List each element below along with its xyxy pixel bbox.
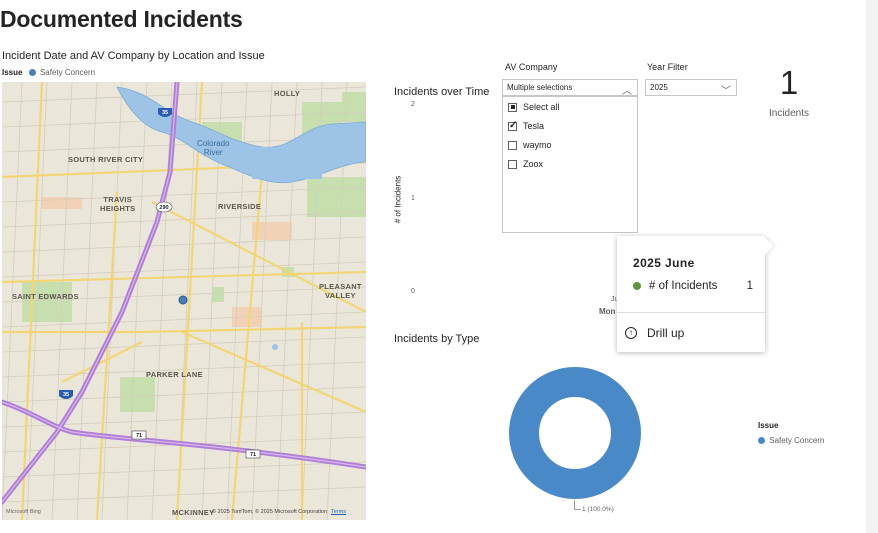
tooltip-measure-row: # of Incidents 1 (633, 280, 753, 292)
tooltip-title: 2025 June (633, 256, 695, 270)
map-visual-title: Incident Date and AV Company by Location… (2, 50, 265, 62)
route-shield-71-east: 71 (250, 452, 256, 458)
y-tick-2: 2 (411, 101, 415, 108)
right-panel-edge (866, 0, 878, 533)
option-tesla-label: Tesla (523, 121, 545, 131)
route-shield-290: 290 (159, 205, 168, 211)
y-tick-0: 0 (411, 288, 415, 295)
option-zoox[interactable]: Zoox (508, 159, 543, 169)
map-label-riverside: RIVERSIDE (218, 202, 262, 211)
map-incident-point[interactable] (178, 295, 188, 305)
checkbox-tesla[interactable] (508, 120, 517, 131)
map-graphic: 35 290 35 71 71 (2, 82, 366, 520)
tooltip-measure-label: # of Incidents (649, 280, 718, 292)
av-company-slicer-label: AV Company (505, 62, 558, 72)
map-label-south-river-city: SOUTH RIVER CITY (68, 155, 144, 164)
map-brand-logo: Microsoft Bing (6, 509, 41, 515)
map-label-mckinney: MCKINNEY (172, 508, 215, 517)
y-tick-1: 1 (411, 195, 415, 202)
av-company-selected-text: Multiple selections (507, 83, 573, 92)
map-attribution-text: © 2025 TomTom, © 2025 Microsoft Corporat… (212, 509, 328, 515)
map-label-colorado-river: Colorado River (197, 139, 230, 157)
map-label-saint-edwards: SAINT EDWARDS (12, 292, 79, 301)
map-attribution: © 2025 TomTom, © 2025 Microsoft Corporat… (212, 509, 346, 515)
route-shield-35-north: 35 (162, 110, 168, 116)
kpi-card-label: Incidents (768, 108, 810, 119)
option-tesla[interactable]: Tesla (508, 120, 545, 131)
option-zoox-label: Zoox (523, 159, 544, 169)
donut-legend-dot (758, 437, 765, 445)
donut-legend-item[interactable]: Safety Concern (758, 436, 824, 445)
drill-up-label: Drill up (647, 326, 685, 340)
checkbox-zoox[interactable] (508, 159, 517, 169)
map-terms-link[interactable]: Terms (331, 509, 346, 515)
option-waymo-label: waymo (523, 140, 552, 150)
incidents-over-time-title: Incidents over Time (394, 86, 490, 98)
map-label-holly: HOLLY (274, 89, 301, 98)
donut-legend-title: Issue (758, 421, 779, 430)
donut-chart (509, 367, 641, 499)
checkbox-waymo[interactable] (508, 140, 517, 150)
map-label-parker-lane: PARKER LANE (146, 370, 203, 379)
option-waymo[interactable]: waymo (508, 140, 552, 150)
drill-up-button[interactable]: ↑ Drill up (625, 326, 684, 340)
map-label-travis-heights: TRAVIS HEIGHTS (100, 195, 136, 213)
map-label-pleasant-valley: PLEASANT VALLEY (319, 282, 362, 300)
donut-data-label: 1 (100.0%) (582, 506, 614, 513)
year-filter-dropdown[interactable]: 2025 ﹀ (645, 79, 737, 97)
checkbox-select-all[interactable] (508, 102, 517, 112)
drill-up-icon: ↑ (625, 327, 637, 339)
year-filter-selected-text: 2025 (650, 83, 668, 92)
tooltip-series-dot (633, 282, 641, 290)
av-company-dropdown[interactable]: Multiple selections ︿ (502, 79, 638, 97)
option-select-all[interactable]: Select all (508, 102, 560, 112)
chevron-down-icon[interactable]: ﹀ (721, 82, 731, 97)
route-shield-71-west: 71 (136, 433, 142, 439)
option-select-all-label: Select all (523, 102, 560, 112)
route-shield-35-south: 35 (63, 392, 69, 398)
donut-slice-safety-concern[interactable] (509, 367, 641, 499)
donut-label-leader-line (574, 500, 581, 510)
av-company-options-list[interactable]: Select all Tesla waymo Zoox (502, 96, 638, 233)
y-axis-label: # of Incidents (393, 175, 403, 224)
map-legend-title: Issue (2, 68, 23, 77)
tooltip-divider (617, 312, 765, 313)
year-filter-label: Year Filter (647, 62, 688, 72)
donut-legend-item-label: Safety Concern (769, 436, 825, 445)
kpi-card-value: 1 (779, 64, 799, 101)
page-title: Documented Incidents (0, 6, 243, 32)
tooltip-measure-value: 1 (746, 280, 753, 292)
chart-tooltip: 2025 June # of Incidents 1 ↑ Drill up (617, 236, 765, 352)
map-canvas[interactable]: 35 290 35 71 71 HOLLY SOUTH RIVER CITY T… (2, 82, 366, 520)
map-legend: Issue Safety Concern (2, 68, 95, 77)
x-axis-label: Mon (599, 307, 616, 316)
chevron-up-icon[interactable]: ︿ (622, 82, 632, 97)
map-legend-item-label[interactable]: Safety Concern (40, 68, 95, 77)
map-legend-dot (28, 69, 36, 77)
incidents-by-type-title: Incidents by Type (394, 333, 480, 345)
